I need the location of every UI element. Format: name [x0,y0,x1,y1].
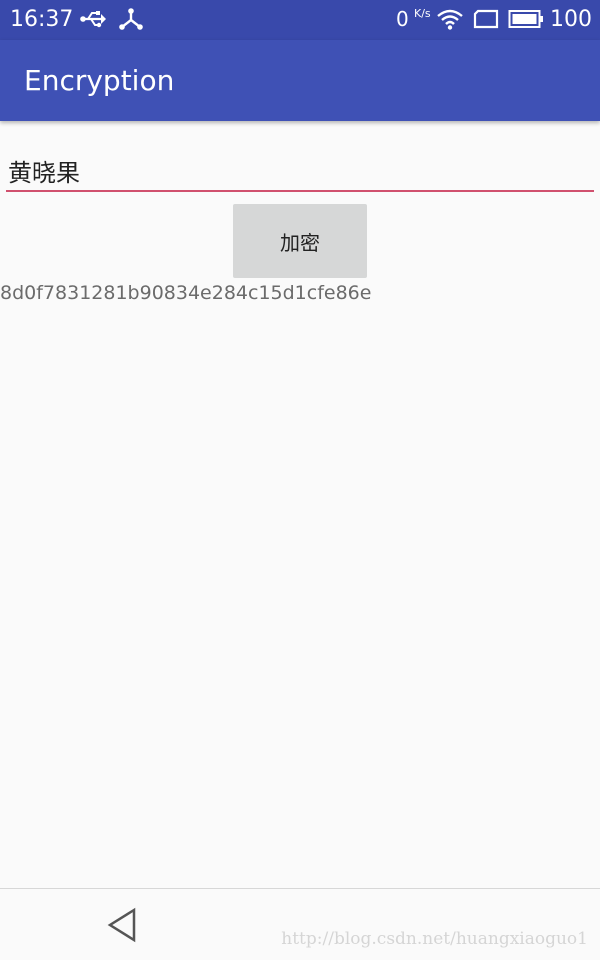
encrypted-result: 8d0f7831281b90834e284c15d1cfe86e [0,282,372,304]
status-bar: 16:37 0 K/s 100 [0,0,600,40]
encrypt-button[interactable]: 加密 [233,204,367,278]
status-time: 16:37 [10,7,74,32]
app-bar: Encryption [0,40,600,121]
navigation-bar: http://blog.csdn.net/huangxiaoguo1 [0,888,600,960]
network-speed: 0 [396,7,409,31]
usb-icon [80,11,106,28]
text-input[interactable] [6,150,594,192]
battery-icon [508,10,543,28]
back-triangle-icon[interactable] [104,907,140,943]
battery-level: 100 [550,7,592,32]
app-title: Encryption [24,64,175,97]
wifi-icon [437,9,463,30]
watermark-url: http://blog.csdn.net/huangxiaoguo1 [281,929,588,949]
sim-icon [473,9,499,29]
share-icon [119,8,143,30]
network-speed-unit: K/s [414,7,431,20]
